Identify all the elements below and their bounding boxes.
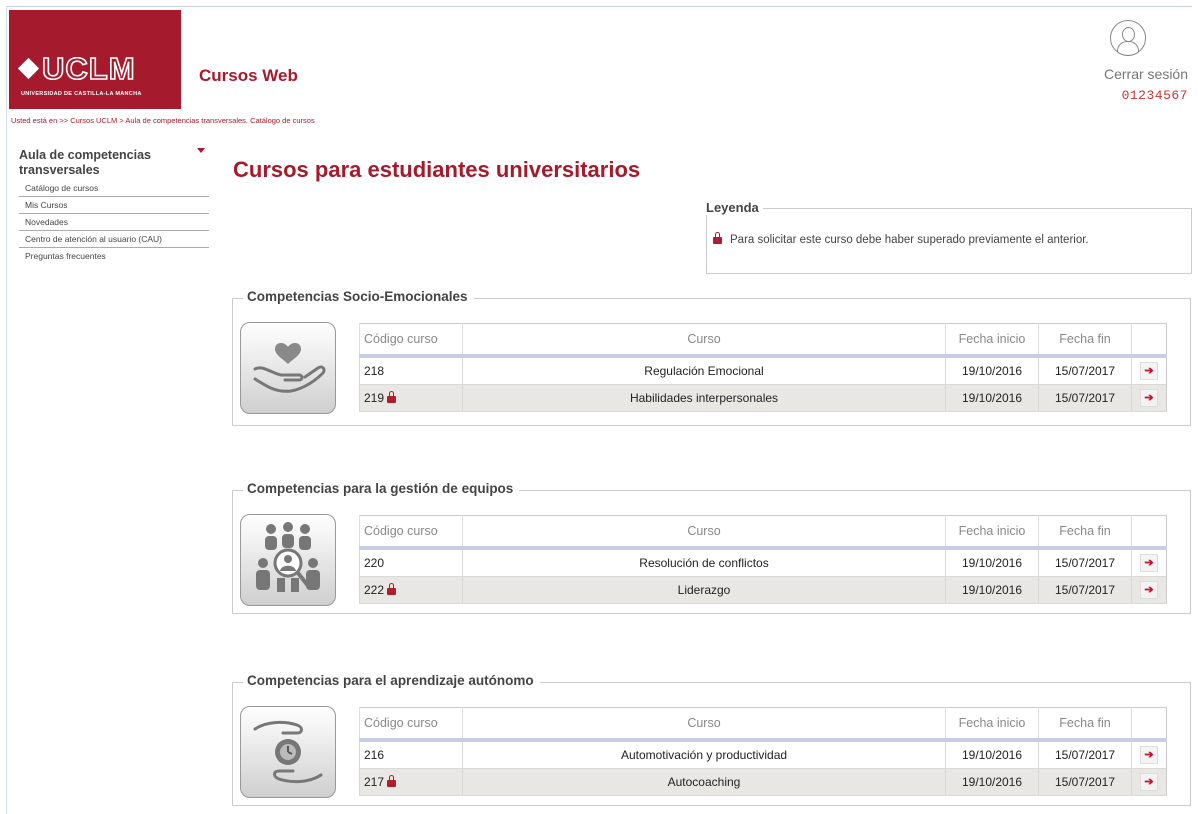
section-aprendizaje-autonomo: Competencias para el aprendizaje autónom…: [232, 673, 1191, 806]
course-name: Liderazgo: [462, 576, 946, 604]
course-name: Automotivación y productividad: [462, 740, 946, 769]
breadcrumb[interactable]: Usted está en >> Cursos UCLM > Aula de c…: [11, 116, 315, 125]
course-code: 220: [364, 556, 385, 570]
col-course-header: Curso: [462, 707, 946, 742]
course-name: Resolución de conflictos: [462, 548, 946, 577]
section-gestion-equipos: Competencias para la gestión de equipos …: [232, 481, 1191, 614]
arrow-right-icon[interactable]: ➔: [1140, 362, 1158, 380]
logo-subtext: UNIVERSIDAD DE CASTILLA-LA MANCHA: [21, 91, 142, 97]
user-icon: [1110, 20, 1146, 56]
col-end-header: Fecha fin: [1038, 707, 1132, 742]
arrow-right-icon[interactable]: ➔: [1140, 746, 1158, 764]
course-table: Código curso Curso Fecha inicio Fecha fi…: [359, 707, 1167, 796]
course-name: Autocoaching: [462, 768, 946, 796]
sidebar-title[interactable]: Aula de competencias transversales: [19, 148, 205, 178]
lock-icon: [387, 391, 397, 403]
section-title: Competencias para el aprendizaje autónom…: [243, 673, 540, 688]
course-code: 219: [364, 391, 385, 405]
sidebar-item-faq[interactable]: Preguntas frecuentes: [19, 248, 209, 264]
course-table: Código curso Curso Fecha inicio Fecha fi…: [359, 515, 1167, 604]
course-name: Habilidades interpersonales: [462, 384, 946, 412]
app-title: Cursos Web: [199, 66, 298, 85]
table-row: 216 Automotivación y productividad 19/10…: [359, 740, 1167, 769]
user-area: Cerrar sesión 01234567: [1068, 20, 1188, 103]
sidebar-item-novedades[interactable]: Novedades: [19, 214, 209, 231]
course-end: 15/07/2017: [1038, 356, 1132, 385]
sidebar: Aula de competencias transversales Catál…: [19, 148, 209, 264]
page-title: Cursos para estudiantes universitarios: [233, 157, 641, 182]
legend-box: Leyenda Para solicitar este curso debe h…: [706, 200, 1192, 274]
lock-icon: [387, 583, 397, 595]
lock-icon: [713, 232, 722, 244]
course-start: 19/10/2016: [945, 548, 1039, 577]
sidebar-menu: Catálogo de cursos Mis Cursos Novedades …: [19, 180, 209, 264]
sidebar-item-cau[interactable]: Centro de atención al usuario (CAU): [19, 231, 209, 248]
arrow-right-icon[interactable]: ➔: [1140, 389, 1158, 407]
course-code: 222: [364, 583, 385, 597]
table-row: 219 Habilidades interpersonales 19/10/20…: [359, 384, 1167, 412]
col-end-header: Fecha fin: [1038, 323, 1132, 358]
arrow-right-icon[interactable]: ➔: [1140, 773, 1158, 791]
course-start: 19/10/2016: [945, 576, 1039, 604]
sidebar-item-mis-cursos[interactable]: Mis Cursos: [19, 197, 209, 214]
diamond-icon: [17, 57, 40, 80]
course-end: 15/07/2017: [1038, 740, 1132, 769]
top-border: [6, 6, 1192, 7]
course-table: Código curso Curso Fecha inicio Fecha fi…: [359, 323, 1167, 412]
col-start-header: Fecha inicio: [945, 707, 1039, 742]
table-row: 217 Autocoaching 19/10/2016 15/07/2017 ➔: [359, 768, 1167, 796]
clock-in-hands-icon: [240, 706, 336, 798]
course-code: 217: [364, 775, 385, 789]
section-title: Competencias Socio-Emocionales: [243, 289, 474, 304]
section-socio-emocionales: Competencias Socio-Emocionales Código cu…: [232, 289, 1191, 426]
chevron-down-icon[interactable]: [197, 148, 205, 153]
col-course-header: Curso: [462, 323, 946, 358]
col-code-header: Código curso: [359, 323, 463, 358]
arrow-right-icon[interactable]: ➔: [1140, 581, 1158, 599]
course-code: 218: [364, 364, 385, 378]
arrow-right-icon[interactable]: ➔: [1140, 554, 1158, 572]
lock-icon: [387, 775, 397, 787]
col-end-header: Fecha fin: [1038, 515, 1132, 550]
table-row: 220 Resolución de conflictos 19/10/2016 …: [359, 548, 1167, 577]
logo-text: UCLM: [41, 51, 136, 86]
legend-title: Leyenda: [706, 200, 763, 215]
course-end: 15/07/2017: [1038, 384, 1132, 412]
left-border: [6, 6, 7, 814]
heart-in-hand-icon: [240, 322, 336, 414]
col-code-header: Código curso: [359, 515, 463, 550]
table-row: 222 Liderazgo 19/10/2016 15/07/2017 ➔: [359, 576, 1167, 604]
course-start: 19/10/2016: [945, 384, 1039, 412]
course-start: 19/10/2016: [945, 356, 1039, 385]
course-start: 19/10/2016: [945, 740, 1039, 769]
sidebar-item-catalogo[interactable]: Catálogo de cursos: [19, 180, 209, 197]
col-course-header: Curso: [462, 515, 946, 550]
col-start-header: Fecha inicio: [945, 515, 1039, 550]
team-search-icon: [240, 514, 336, 606]
course-end: 15/07/2017: [1038, 548, 1132, 577]
table-row: 218 Regulación Emocional 19/10/2016 15/0…: [359, 356, 1167, 385]
course-end: 15/07/2017: [1038, 768, 1132, 796]
course-code: 216: [364, 748, 385, 762]
col-code-header: Código curso: [359, 707, 463, 742]
uclm-logo[interactable]: UCLM UNIVERSIDAD DE CASTILLA-LA MANCHA: [9, 10, 181, 109]
legend-text: Para solicitar este curso debe haber sup…: [730, 234, 1089, 246]
course-end: 15/07/2017: [1038, 576, 1132, 604]
course-start: 19/10/2016: [945, 768, 1039, 796]
user-id: 01234567: [1121, 88, 1188, 103]
logout-link[interactable]: Cerrar sesión: [1068, 66, 1188, 82]
course-name: Regulación Emocional: [462, 356, 946, 385]
section-title: Competencias para la gestión de equipos: [243, 481, 520, 496]
col-start-header: Fecha inicio: [945, 323, 1039, 358]
